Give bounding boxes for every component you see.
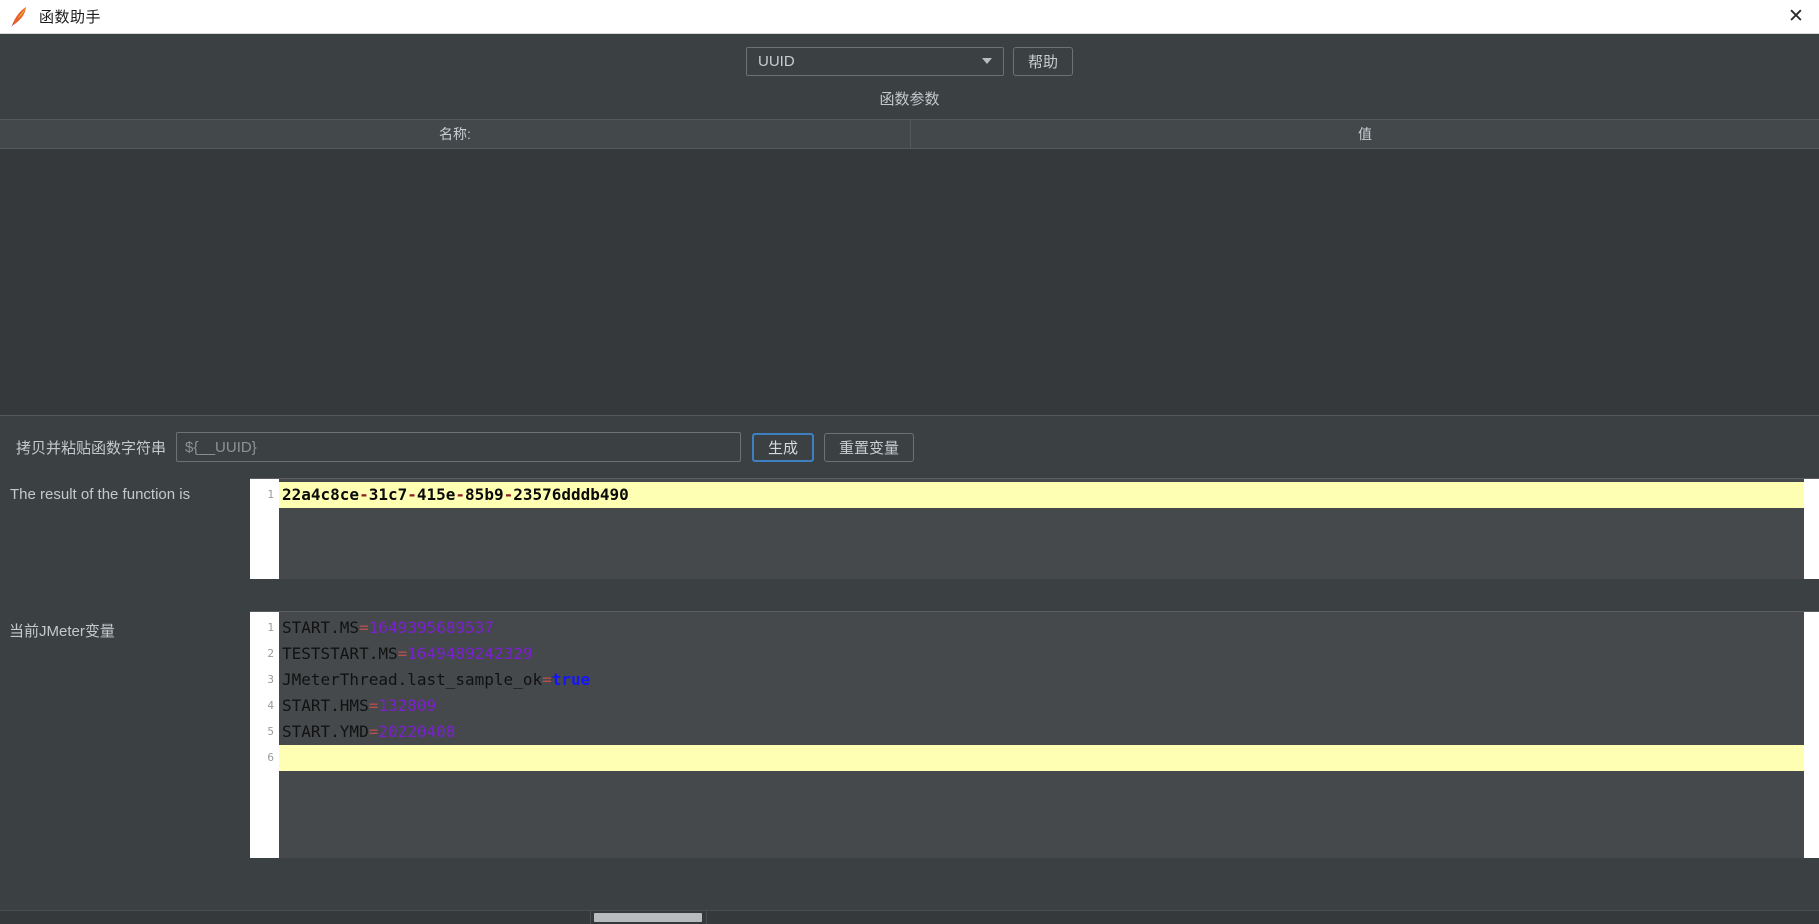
line-number: 6: [267, 751, 274, 764]
variable-line: START.MS=1649395689537: [279, 615, 1804, 641]
variable-line: TESTSTART.MS=1649489242329: [279, 641, 1804, 667]
result-gutter: 1: [250, 479, 279, 579]
function-select[interactable]: UUID: [745, 46, 1004, 76]
generate-button[interactable]: 生成: [752, 432, 815, 462]
column-header-value: 值: [1358, 126, 1372, 142]
variable-key: JMeterThread.last_sample_ok: [282, 670, 543, 689]
variable-line: START.YMD=20220408: [279, 719, 1804, 745]
function-select-value: UUID: [757, 52, 795, 70]
variable-value: 1649395689537: [368, 618, 494, 637]
line-number: 2: [267, 647, 274, 660]
line-number: 1: [267, 621, 274, 634]
variable-key: START.YMD: [282, 722, 369, 741]
variable-line: START.HMS=132809: [279, 693, 1804, 719]
params-table-body[interactable]: [0, 149, 1819, 416]
line-number: 4: [267, 699, 274, 712]
variables-right-rail: [1804, 612, 1819, 858]
result-label: The result of the function is: [10, 486, 191, 503]
close-icon[interactable]: ✕: [1773, 0, 1819, 32]
scrollbar-tick-left: [590, 911, 591, 924]
chevron-down-icon: [981, 58, 992, 64]
variables-code-area[interactable]: START.MS=1649395689537 TESTSTART.MS=16494…: [279, 612, 1804, 858]
equals-sign: =: [542, 670, 552, 689]
variable-line: JMeterThread.last_sample_ok=true: [279, 667, 1804, 693]
equals-sign: =: [359, 618, 369, 637]
line-number: 1: [267, 488, 274, 501]
function-helper-window: 函数助手 ✕ UUID 帮助 函数参数 名称: 值 拷贝并粘贴函数字符串 生成 …: [0, 0, 1819, 924]
copy-paste-label: 拷贝并粘贴函数字符串: [16, 439, 167, 457]
variables-editor[interactable]: 123456 START.MS=1649395689537 TESTSTART.M…: [250, 611, 1819, 858]
result-right-rail: [1804, 479, 1819, 579]
line-number: 3: [267, 673, 274, 686]
equals-sign: =: [397, 644, 408, 663]
variables-gutter: 1 2 3 4 5 6: [250, 612, 279, 858]
params-section-title: 函数参数: [0, 84, 1819, 119]
title-bar: 函数助手 ✕: [0, 0, 1819, 34]
horizontal-scrollbar[interactable]: [0, 910, 1819, 924]
variable-line: [279, 745, 1804, 771]
result-block: The result of the function is 1 22a4c8ce…: [0, 478, 1819, 579]
copy-paste-row: 拷贝并粘贴函数字符串 生成 重置变量: [0, 416, 1819, 478]
result-editor[interactable]: 1 22a4c8ce-31c7-415e-85b9-23576dddb490: [250, 478, 1819, 579]
variable-value: 132809: [378, 696, 437, 715]
result-code-area[interactable]: 22a4c8ce-31c7-415e-85b9-23576dddb490: [279, 479, 1804, 579]
params-table-header: 名称: 值: [0, 119, 1819, 149]
scrollbar-tick-right: [706, 911, 707, 924]
function-select-row: UUID 帮助: [0, 34, 1819, 84]
column-header-name: 名称:: [0, 120, 911, 148]
variables-block: 当前JMeter变量 123456 START.MS=1649395689537…: [0, 611, 1819, 858]
equals-sign: =: [368, 722, 379, 741]
line-number: 5: [267, 725, 274, 738]
help-button[interactable]: 帮助: [1012, 46, 1073, 76]
bottom-spacer: [0, 858, 1819, 910]
variable-key: TESTSTART.MS: [282, 644, 398, 663]
window-title: 函数助手: [39, 9, 102, 26]
variable-value: 20220408: [378, 722, 456, 741]
variables-label: 当前JMeter变量: [9, 623, 115, 640]
variable-value: true: [551, 670, 591, 689]
function-string-input[interactable]: [176, 432, 742, 462]
variable-value: 1649489242329: [407, 644, 533, 663]
equals-sign: =: [368, 696, 379, 715]
horizontal-scrollbar-thumb[interactable]: [594, 913, 702, 922]
reset-variables-button[interactable]: 重置变量: [824, 432, 915, 462]
variable-key: START.MS: [282, 618, 360, 637]
jmeter-feather-icon: [11, 6, 26, 28]
section-gap: [0, 579, 1819, 611]
variable-key: START.HMS: [282, 696, 369, 715]
params-table: 名称: 值: [0, 119, 1819, 416]
result-line: 22a4c8ce-31c7-415e-85b9-23576dddb490: [279, 482, 1804, 508]
